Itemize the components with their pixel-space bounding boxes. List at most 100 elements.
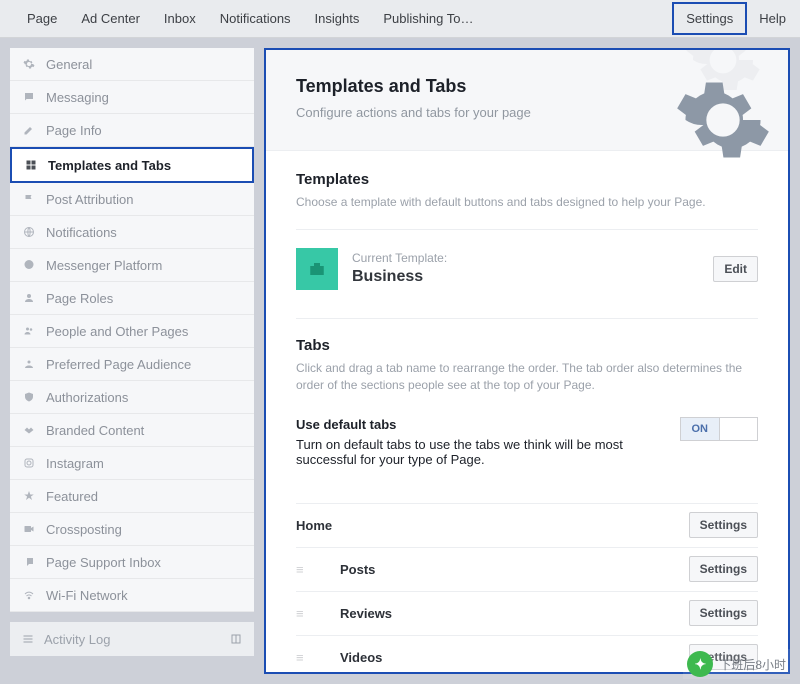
expand-icon [230,633,242,645]
nav-ad-center[interactable]: Ad Center [69,1,152,36]
sidebar-item-page-info[interactable]: Page Info [10,114,254,147]
sidebar-item-page-support[interactable]: Page Support Inbox [10,546,254,579]
sidebar-item-page-roles[interactable]: Page Roles [10,282,254,315]
sidebar-item-label: Activity Log [44,632,110,647]
tab-name: Home [296,518,675,533]
nav-inbox[interactable]: Inbox [152,1,208,36]
sidebar-item-wifi[interactable]: Wi-Fi Network [10,579,254,612]
wechat-icon: ✦ [687,651,713,677]
sidebar-item-instagram[interactable]: Instagram [10,447,254,480]
pencil-icon [22,123,36,137]
nav-notifications[interactable]: Notifications [208,1,303,36]
drag-handle-icon[interactable]: ≡ [296,562,308,577]
sidebar-item-messenger[interactable]: Messenger Platform [10,249,254,282]
messenger-icon [22,258,36,272]
nav-page[interactable]: Page [15,1,69,36]
edit-template-button[interactable]: Edit [713,256,758,282]
top-nav: Page Ad Center Inbox Notifications Insig… [0,0,800,38]
section-description: Choose a template with default buttons a… [296,194,758,211]
sidebar-item-templates-tabs[interactable]: Templates and Tabs [10,147,254,183]
sidebar-item-label: Notifications [46,225,117,240]
sidebar-item-preferred-audience[interactable]: Preferred Page Audience [10,348,254,381]
sidebar-item-label: Messaging [46,90,109,105]
watermark-text: 下班后8小时 [719,656,786,673]
nav-help[interactable]: Help [753,1,792,36]
default-tabs-label: Use default tabs [296,417,660,432]
gear-icon [22,57,36,71]
drag-handle-icon[interactable]: ≡ [296,650,308,665]
tab-list: Home Settings ≡ Posts Settings ≡ Reviews… [266,467,788,674]
tab-settings-button[interactable]: Settings [689,512,758,538]
current-template-label: Current Template: [352,251,699,265]
section-title: Templates [296,171,758,188]
nav-settings[interactable]: Settings [672,2,747,35]
sidebar-item-label: General [46,57,92,72]
instagram-icon [22,456,36,470]
star-icon [22,489,36,503]
sidebar-item-label: Wi-Fi Network [46,588,128,603]
tab-settings-button[interactable]: Settings [689,556,758,582]
sidebar-item-label: People and Other Pages [46,324,188,339]
tab-name: Reviews [340,606,675,621]
drag-handle-icon[interactable]: ≡ [296,606,308,621]
target-icon [22,357,36,371]
people-icon [22,324,36,338]
sidebar-item-label: Post Attribution [46,192,133,207]
tab-settings-button[interactable]: Settings [689,600,758,626]
sidebar-item-label: Featured [46,489,98,504]
video-icon [22,522,36,536]
shield-icon [22,390,36,404]
inbox-icon [22,555,36,569]
sidebar-item-label: Page Support Inbox [46,555,161,570]
sidebar-item-post-attribution[interactable]: Post Attribution [10,183,254,216]
person-icon [22,291,36,305]
tab-row-home: Home Settings [296,503,758,547]
main-header: Templates and Tabs Configure actions and… [266,50,788,151]
default-tabs-description: Turn on default tabs to use the tabs we … [296,437,660,467]
sidebar-item-branded-content[interactable]: Branded Content [10,414,254,447]
nav-insights[interactable]: Insights [303,1,372,36]
grid-icon [24,158,38,172]
watermark: ✦ 下班后8小时 [683,649,790,679]
globe-icon [22,225,36,239]
list-icon [22,633,34,645]
tab-name: Posts [340,562,675,577]
briefcase-icon [307,260,327,278]
sidebar-item-crossposting[interactable]: Crossposting [10,513,254,546]
handshake-icon [22,423,36,437]
sidebar-item-label: Instagram [46,456,104,471]
sidebar-item-label: Branded Content [46,423,144,438]
wifi-icon [22,588,36,602]
flag-icon [22,192,36,206]
section-description: Click and drag a tab name to rearrange t… [296,360,758,395]
sidebar-item-messaging[interactable]: Messaging [10,81,254,114]
sidebar-item-authorizations[interactable]: Authorizations [10,381,254,414]
template-swatch [296,248,338,290]
sidebar-item-label: Crossposting [46,522,122,537]
sidebar-activity-log[interactable]: Activity Log [10,622,254,656]
gear-decoration-icon [673,70,773,170]
toggle-on-label: ON [681,418,720,440]
tabs-section: Tabs Click and drag a tab name to rearra… [266,319,788,395]
sidebar-item-label: Page Info [46,123,102,138]
current-template-name: Business [352,268,699,286]
sidebar-item-people-pages[interactable]: People and Other Pages [10,315,254,348]
tab-row-reviews[interactable]: ≡ Reviews Settings [296,591,758,635]
sidebar-item-label: Page Roles [46,291,113,306]
tab-name: Videos [340,650,675,665]
sidebar-item-label: Templates and Tabs [48,158,171,173]
templates-section: Templates Choose a template with default… [266,151,788,318]
chat-icon [22,90,36,104]
default-tabs-toggle[interactable]: ON [680,417,758,441]
settings-sidebar: General Messaging Page Info Templates an… [10,48,254,674]
main-panel: Templates and Tabs Configure actions and… [264,48,790,674]
tab-row-posts[interactable]: ≡ Posts Settings [296,547,758,591]
sidebar-item-notifications[interactable]: Notifications [10,216,254,249]
section-title: Tabs [296,337,758,354]
sidebar-item-label: Authorizations [46,390,128,405]
sidebar-item-label: Messenger Platform [46,258,162,273]
sidebar-item-general[interactable]: General [10,48,254,81]
sidebar-item-label: Preferred Page Audience [46,357,191,372]
sidebar-item-featured[interactable]: Featured [10,480,254,513]
nav-publishing[interactable]: Publishing To… [371,1,485,36]
